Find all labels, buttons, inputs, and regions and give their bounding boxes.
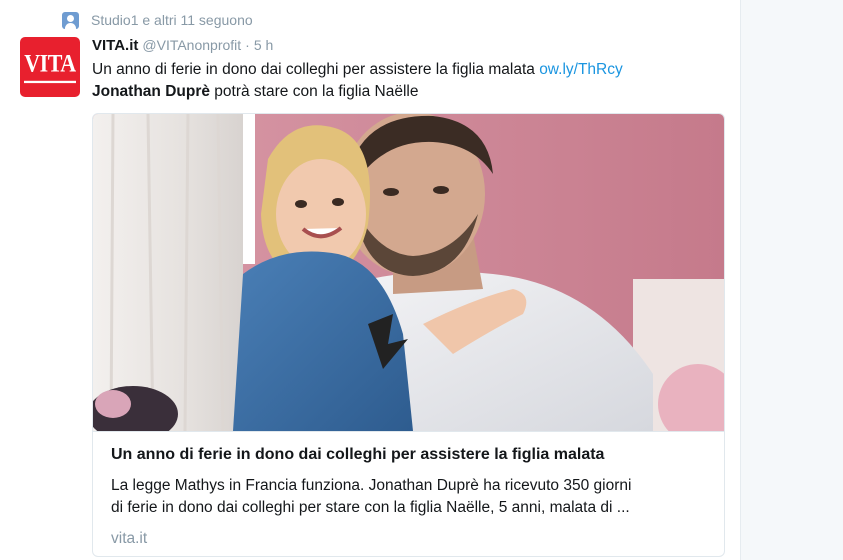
link-card[interactable]: Un anno di ferie in dono dai colleghi pe… [92, 113, 725, 557]
card-description: La legge Mathys in Francia funziona. Jon… [111, 475, 706, 519]
separator-dot: · [245, 37, 250, 53]
card-description-line-1: La legge Mathys in Francia funziona. Jon… [111, 477, 632, 494]
tweet-text-line-1: Un anno di ferie in dono dai colleghi pe… [92, 59, 722, 81]
author-name[interactable]: VITA.it [92, 37, 138, 54]
social-context-text[interactable]: Studio1 e altri 11 seguono [91, 12, 253, 28]
tweet-link[interactable]: ow.ly/ThRcy [539, 61, 623, 78]
social-context[interactable]: Studio1 e altri 11 seguono [62, 11, 253, 29]
card-image[interactable] [93, 114, 724, 431]
tweet-text-line-2: Jonathan Duprè potrà stare con la figlia… [92, 81, 722, 103]
tweet-header: VITA.it @VITAnonprofit · 5 h [92, 37, 273, 57]
card-description-line-2: di ferie in dono dai colleghi per stare … [111, 499, 630, 516]
card-body[interactable]: Un anno di ferie in dono dai colleghi pe… [93, 431, 724, 556]
tweet-text-main: Un anno di ferie in dono dai colleghi pe… [92, 61, 535, 78]
person-icon [62, 11, 79, 29]
avatar[interactable]: VITA [20, 37, 80, 97]
card-photo [93, 114, 724, 431]
author-handle[interactable]: @VITAnonprofit [142, 37, 241, 53]
tweet-text-bold-name: Jonathan Duprè [92, 83, 210, 100]
tweet-text: Un anno di ferie in dono dai colleghi pe… [92, 59, 722, 103]
timeline-column: Studio1 e altri 11 seguono VITA VITA.it … [0, 0, 741, 560]
card-domain: vita.it [111, 530, 148, 547]
card-title[interactable]: Un anno di ferie in dono dai colleghi pe… [111, 444, 706, 466]
vita-logo: VITA [24, 50, 76, 84]
tweet-text-rest: potrà stare con la figlia Naëlle [214, 83, 419, 100]
tweet-timestamp[interactable]: 5 h [254, 37, 273, 53]
